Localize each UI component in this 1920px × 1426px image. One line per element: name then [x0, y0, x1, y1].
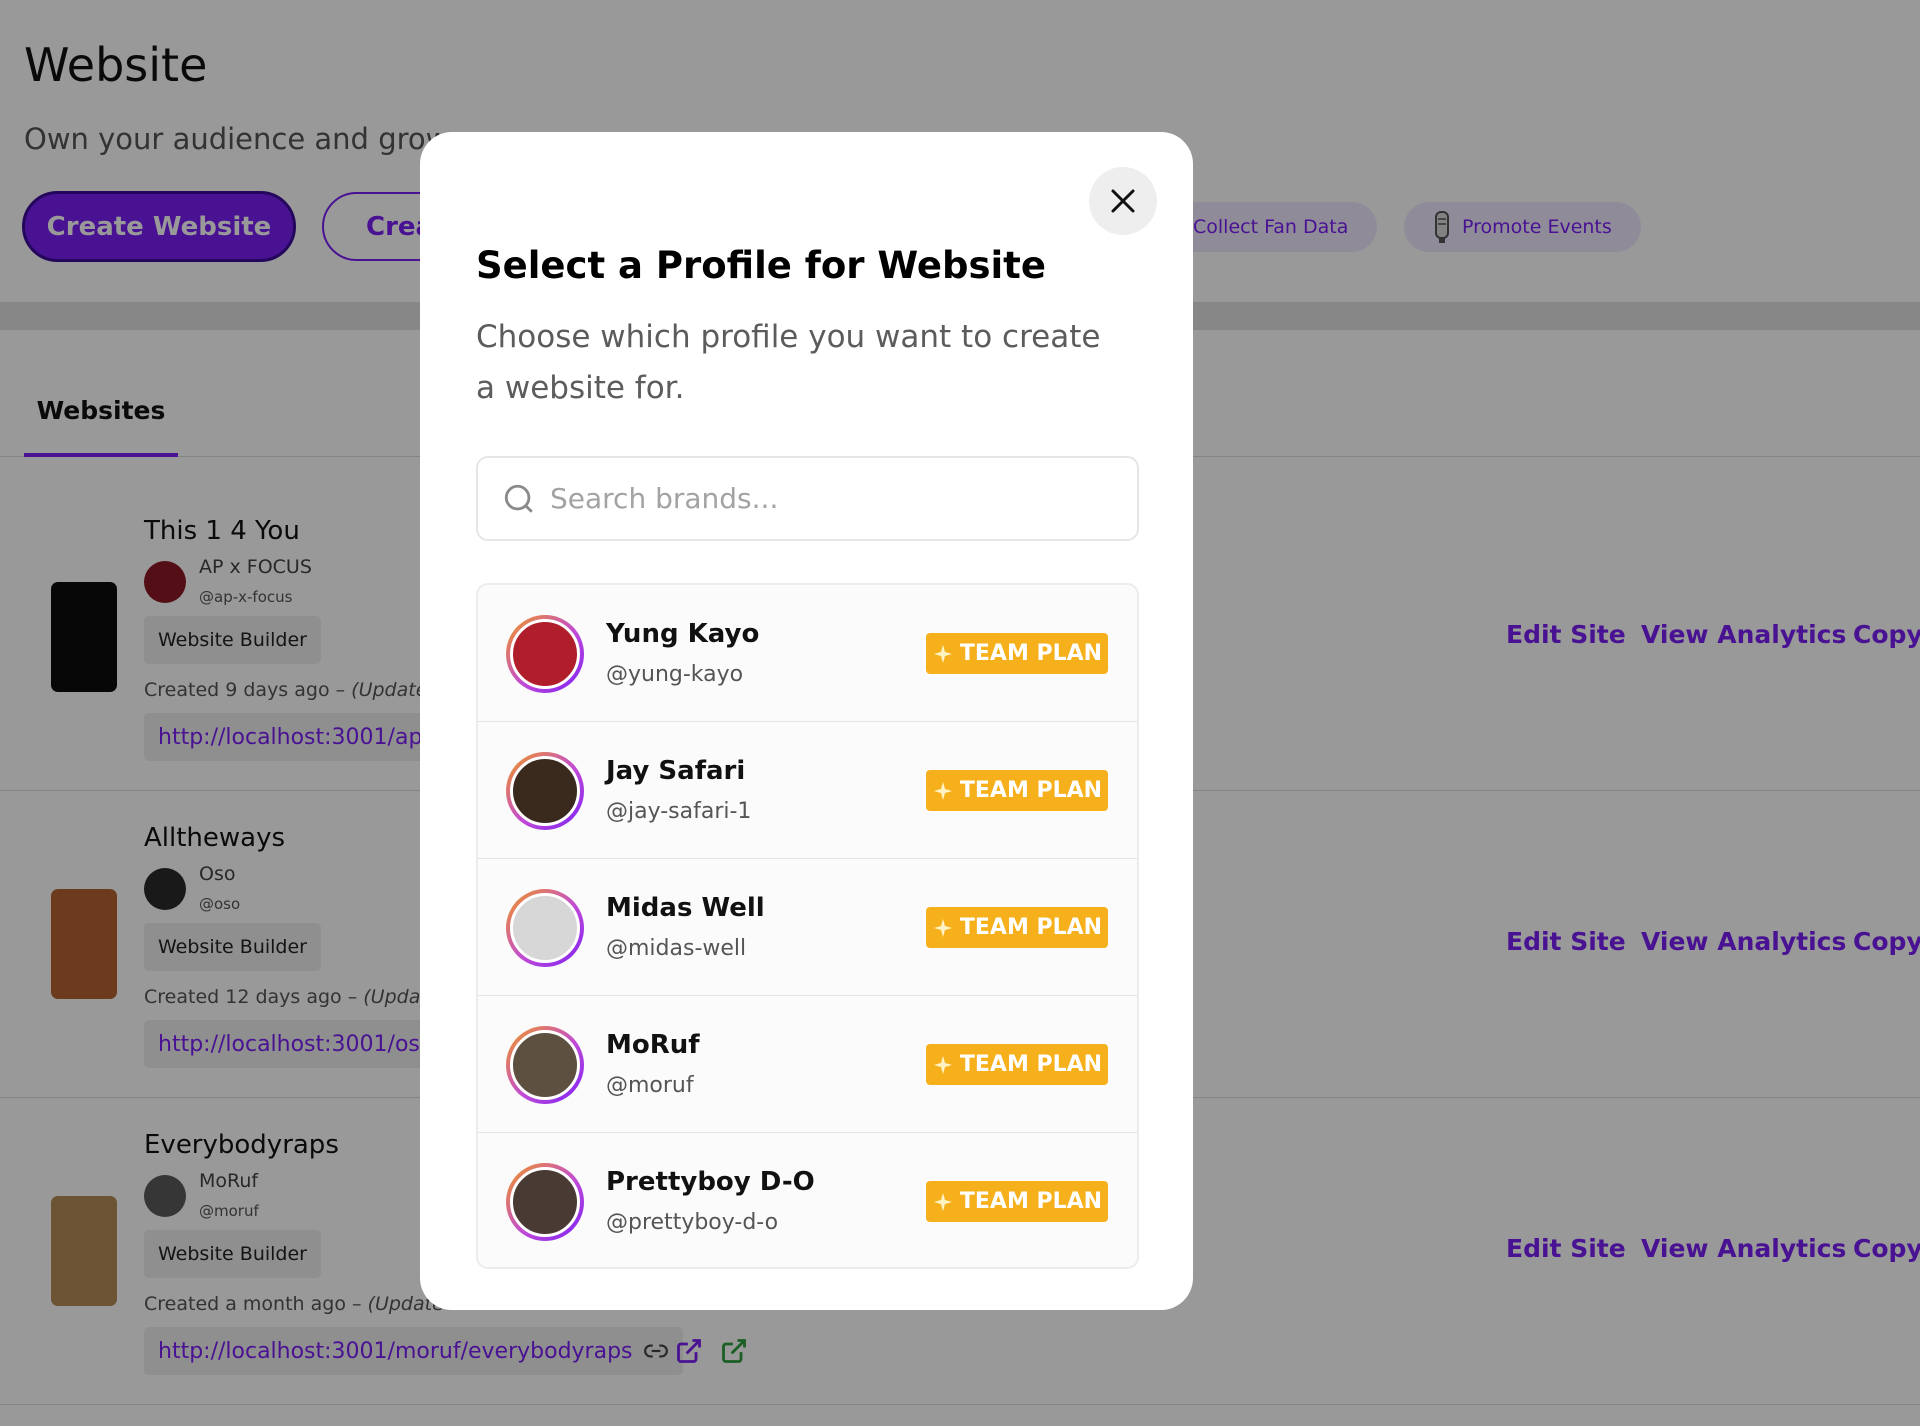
profile-item[interactable]: Jay Safari @jay-safari-1 TEAM PLAN: [478, 722, 1137, 859]
close-icon: [1111, 189, 1135, 213]
avatar: [506, 1163, 584, 1241]
profile-item[interactable]: Yung Kayo @yung-kayo TEAM PLAN: [478, 585, 1137, 722]
team-plan-badge: TEAM PLAN: [926, 770, 1108, 811]
avatar: [506, 752, 584, 830]
team-plan-badge: TEAM PLAN: [926, 907, 1108, 948]
profile-name: Midas Well: [606, 893, 765, 923]
search-input[interactable]: [550, 482, 1110, 515]
profile-item[interactable]: Midas Well @midas-well TEAM PLAN: [478, 859, 1137, 996]
sparkle-icon: [933, 781, 953, 800]
profile-name: Prettyboy D-O: [606, 1167, 815, 1197]
profile-handle: @moruf: [606, 1073, 694, 1098]
avatar: [506, 889, 584, 967]
team-plan-badge: TEAM PLAN: [926, 1044, 1108, 1085]
sparkle-icon: [933, 1192, 953, 1211]
search-box: [476, 456, 1139, 541]
profile-handle: @midas-well: [606, 936, 747, 961]
modal-description: Choose which profile you want to create …: [476, 319, 1101, 406]
close-button[interactable]: [1089, 167, 1157, 235]
profile-name: Yung Kayo: [606, 619, 760, 649]
team-plan-label: TEAM PLAN: [959, 641, 1103, 666]
team-plan-label: TEAM PLAN: [959, 1189, 1103, 1214]
profile-item[interactable]: MoRuf @moruf TEAM PLAN: [478, 996, 1137, 1133]
modal-title: Select a Profile for Website: [476, 244, 1046, 287]
avatar: [506, 615, 584, 693]
team-plan-badge: TEAM PLAN: [926, 633, 1108, 674]
profile-name: Jay Safari: [606, 756, 746, 786]
profile-item[interactable]: Prettyboy D-O @prettyboy-d-o TEAM PLAN: [478, 1133, 1137, 1267]
sparkle-icon: [933, 1055, 953, 1074]
sparkle-icon: [933, 644, 953, 663]
profile-name: MoRuf: [606, 1030, 700, 1060]
profile-list: Yung Kayo @yung-kayo TEAM PLAN Jay Safar…: [476, 583, 1139, 1269]
profile-handle: @jay-safari-1: [606, 799, 752, 824]
avatar: [506, 1026, 584, 1104]
team-plan-label: TEAM PLAN: [959, 778, 1103, 803]
profile-handle: @yung-kayo: [606, 662, 744, 687]
team-plan-label: TEAM PLAN: [959, 1052, 1103, 1077]
team-plan-label: TEAM PLAN: [959, 915, 1103, 940]
team-plan-badge: TEAM PLAN: [926, 1181, 1108, 1222]
search-icon: [504, 484, 533, 513]
sparkle-icon: [933, 918, 953, 937]
select-profile-modal: Select a Profile for Website Choose whic…: [420, 132, 1193, 1310]
profile-handle: @prettyboy-d-o: [606, 1210, 779, 1235]
